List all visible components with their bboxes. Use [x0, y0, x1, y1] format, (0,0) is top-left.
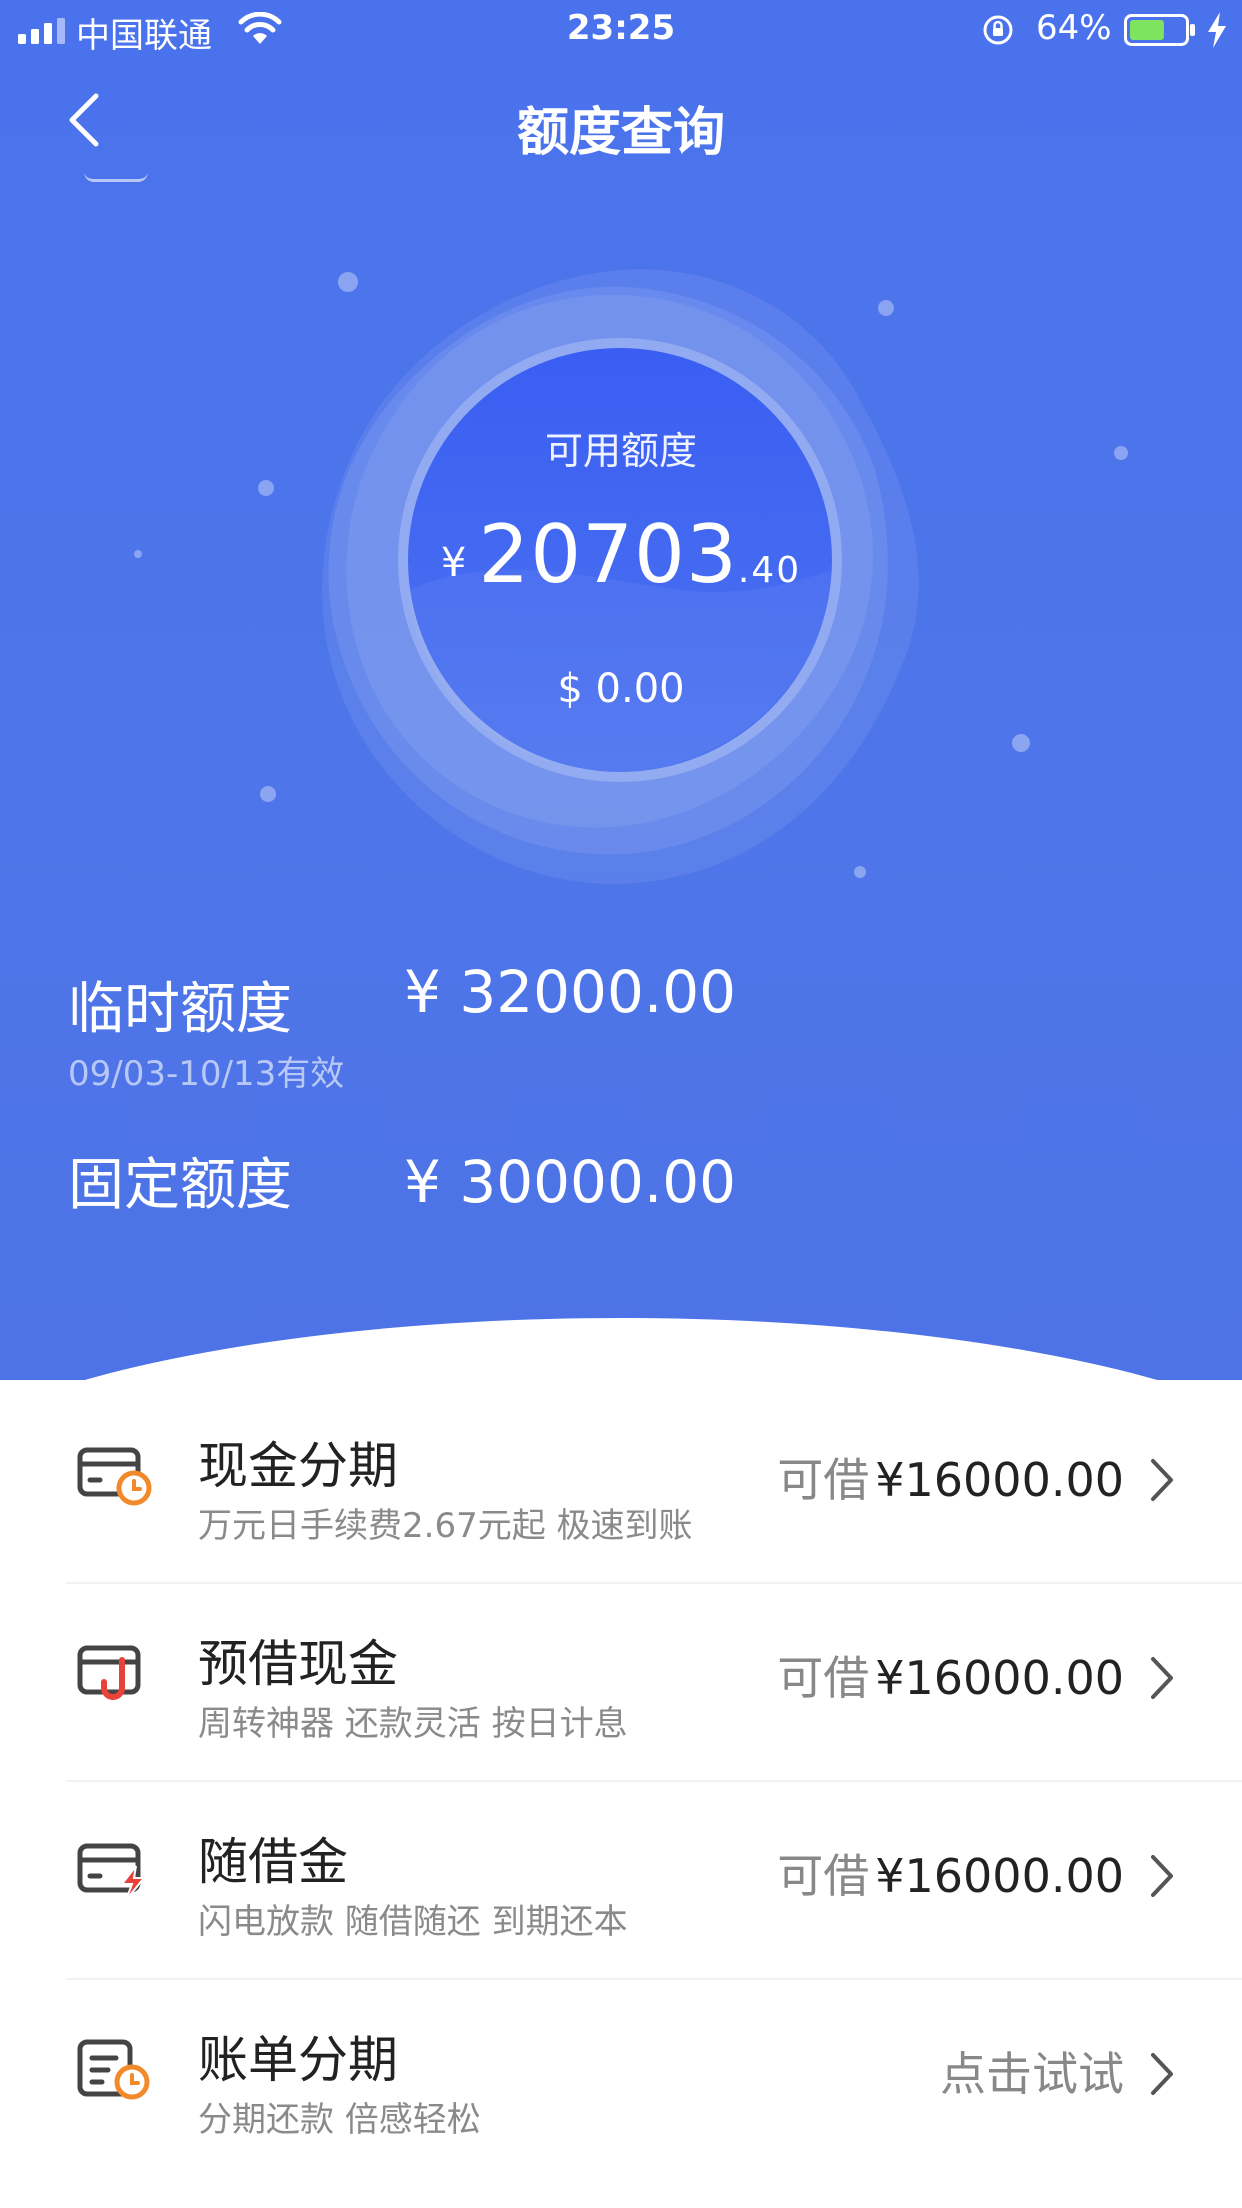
list-item-title: 账单分期: [198, 2031, 398, 2089]
currency-symbol: ¥: [440, 540, 467, 586]
decor-dot: [258, 480, 274, 496]
list-item-cash-installment[interactable]: 现金分期 万元日手续费2.67元起 极速到账 可借 ¥16000.00: [0, 1386, 1242, 1584]
chevron-right-icon: [1151, 1657, 1173, 1699]
fixed-limit-label: 固定额度: [68, 1153, 292, 1218]
bill-clock-icon: [77, 2039, 150, 2100]
nav-bar: 额度查询: [0, 62, 1242, 180]
fixed-limit-value: ¥ 30000.00: [404, 1148, 737, 1216]
page-title: 额度查询: [516, 103, 725, 163]
scrolled-content-fragment: [84, 172, 148, 182]
list-item-title: 预借现金: [198, 1635, 398, 1693]
decor-dot: [260, 786, 276, 802]
usd-limit-amount: $ 0.00: [557, 666, 685, 712]
list-item-amount: 可借 ¥16000.00: [777, 1840, 1124, 1906]
temporary-limit-value: ¥ 32000.00: [404, 958, 737, 1026]
charging-icon: [1208, 12, 1226, 48]
list-item-amount: 可借 ¥16000.00: [777, 1642, 1124, 1708]
try-it-link: 点击试试: [940, 2038, 1124, 2104]
rotation-lock-icon: [983, 15, 1013, 45]
available-limit-label: 可用额度: [544, 429, 697, 473]
borrowable-label: 可借: [777, 1849, 870, 1903]
status-bar: 中国联通 23:25 64%: [0, 0, 1242, 62]
borrowable-amount: ¥16000.00: [875, 1453, 1124, 1507]
try-it-label: 点击试试: [940, 2047, 1124, 2101]
list-item-title: 随借金: [198, 1833, 348, 1891]
list-item-subtitle: 周转神器 还款灵活 按日计息: [198, 1704, 628, 1744]
hero-curve: [0, 1318, 1242, 1380]
chevron-right-icon: [1151, 1459, 1173, 1501]
temporary-limit-validity: 09/03-10/13有效: [68, 1054, 345, 1094]
battery-percentage: 64%: [1036, 8, 1112, 48]
service-list: 现金分期 万元日手续费2.67元起 极速到账 可借 ¥16000.00 预借现金 …: [0, 1386, 1242, 2178]
list-item-subtitle: 分期还款 倍感轻松: [198, 2100, 481, 2140]
battery-icon: [1124, 14, 1195, 46]
chevron-right-icon: [1151, 2053, 1173, 2095]
borrowable-label: 可借: [777, 1651, 870, 1705]
available-amount-decimal: .40: [737, 550, 802, 591]
list-item-bill-installment[interactable]: 账单分期 分期还款 倍感轻松 点击试试: [0, 1980, 1242, 2178]
borrowable-amount: ¥16000.00: [875, 1651, 1124, 1705]
borrowable-amount: ¥16000.00: [875, 1849, 1124, 1903]
list-item-flexible-loan[interactable]: 随借金 闪电放款 随借随还 到期还本 可借 ¥16000.00: [0, 1782, 1242, 1980]
list-item-amount: 可借 ¥16000.00: [777, 1444, 1124, 1510]
temporary-limit-label: 临时额度: [68, 977, 292, 1042]
list-item-title: 现金分期: [198, 1437, 398, 1495]
card-lightning-icon: [77, 1843, 147, 1901]
card-clock-icon: [77, 1447, 152, 1506]
chevron-right-icon: [1151, 1855, 1173, 1897]
hero-section: 中国联通 23:25 64% 额度查询 可用额度 ¥ 20703.40 $ 0.…: [0, 0, 1242, 1380]
list-item-cash-advance[interactable]: 预借现金 周转神器 还款灵活 按日计息 可借 ¥16000.00: [0, 1584, 1242, 1782]
list-item-subtitle: 万元日手续费2.67元起 极速到账: [198, 1506, 693, 1546]
borrowable-label: 可借: [777, 1453, 870, 1507]
available-amount-integer: 20703: [478, 508, 738, 601]
available-limit-amount: ¥20703.40: [0, 508, 1242, 601]
list-item-subtitle: 闪电放款 随借随还 到期还本: [198, 1902, 628, 1942]
decor-dot: [1012, 734, 1030, 752]
card-hook-icon: [77, 1645, 141, 1700]
